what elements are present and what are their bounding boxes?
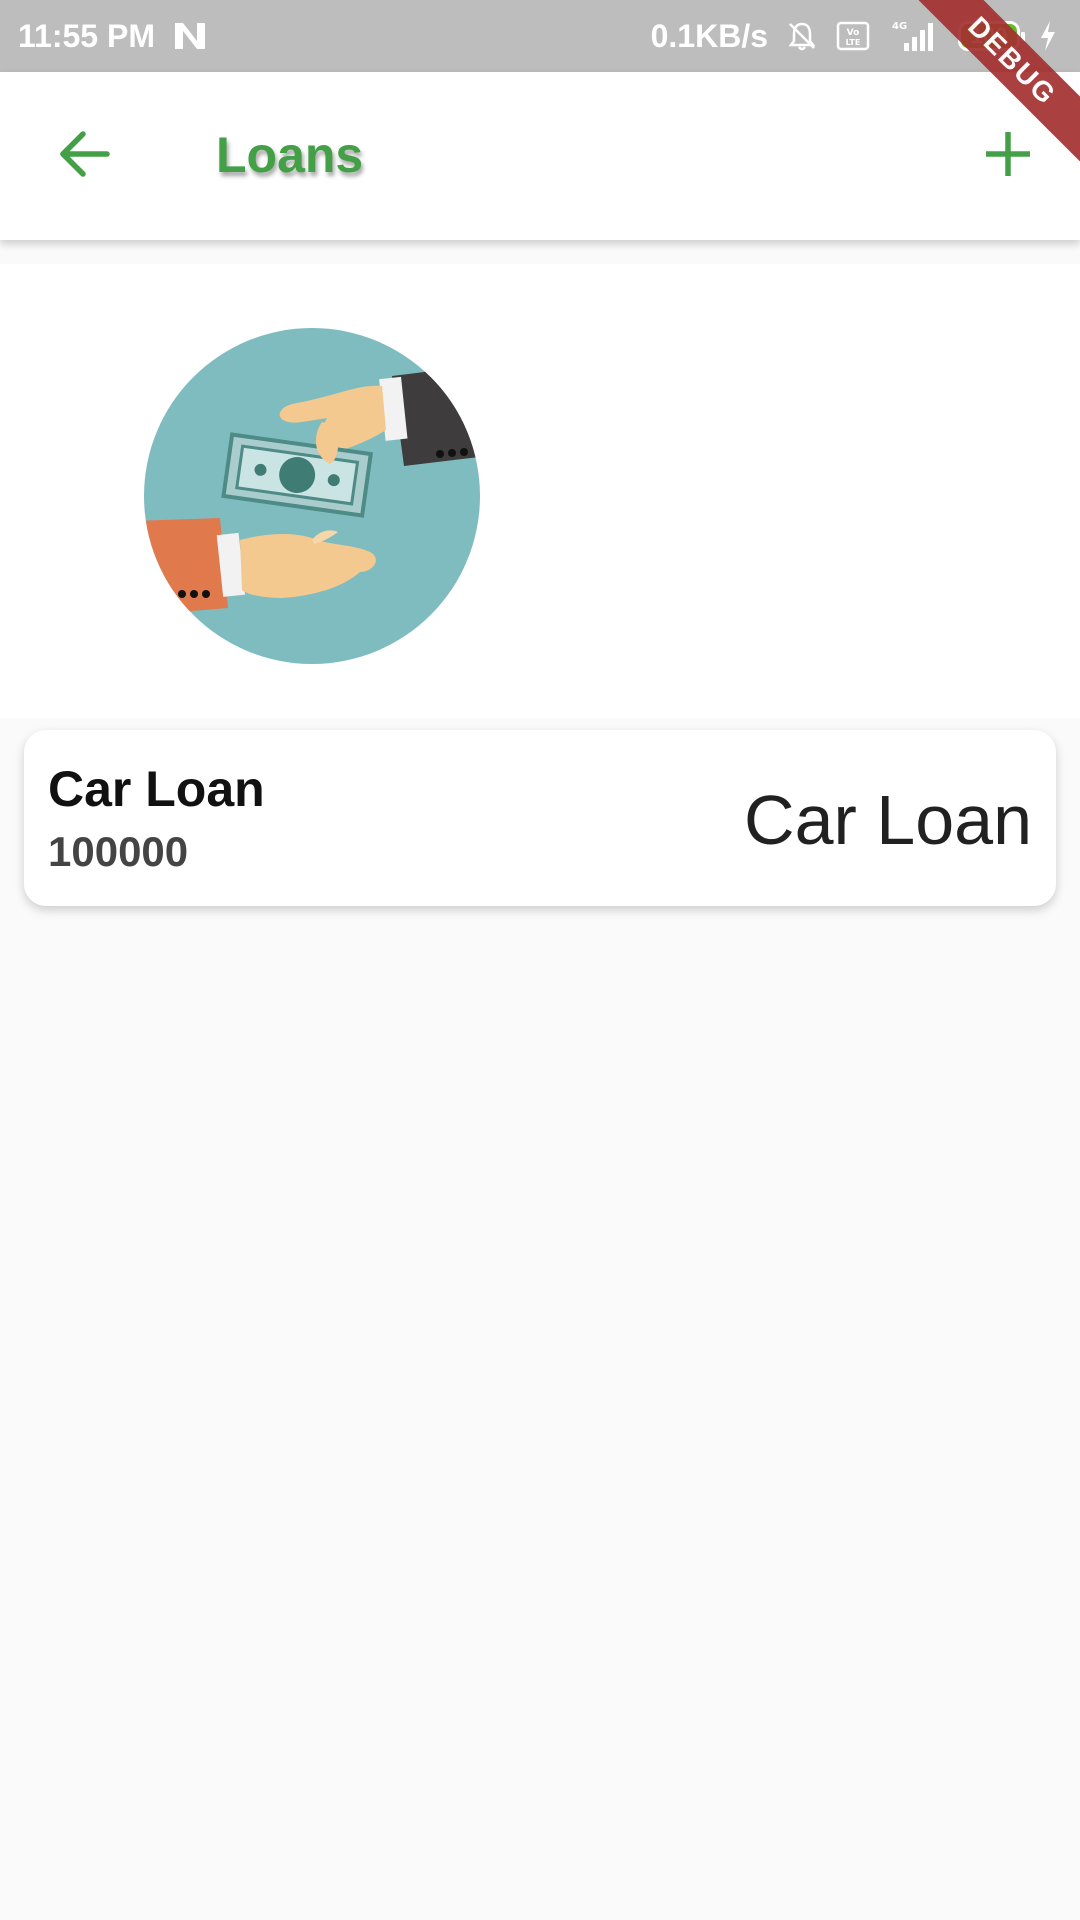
charging-icon <box>1038 20 1058 52</box>
mute-bell-icon <box>786 20 818 52</box>
loan-card[interactable]: Car Loan 100000 Car Loan <box>24 730 1056 906</box>
money-exchange-illustration <box>144 328 480 664</box>
plus-icon <box>986 132 1030 176</box>
hero-section <box>0 264 1080 718</box>
status-bar: 11:55 PM 0.1KB/s Vo LTE 4G <box>0 0 1080 72</box>
add-loan-button[interactable] <box>972 118 1044 190</box>
volte-icon: Vo LTE <box>836 21 870 51</box>
signal-icon: 4G <box>888 19 940 53</box>
svg-text:LTE: LTE <box>846 38 861 47</box>
notification-n-icon <box>173 21 207 51</box>
app-bar: Loans <box>0 72 1080 240</box>
svg-text:Vo: Vo <box>847 28 860 38</box>
network-speed: 0.1KB/s <box>650 17 768 54</box>
loan-type-label: Car Loan <box>744 781 1032 859</box>
status-left: 11:55 PM <box>18 18 207 55</box>
loan-amount: 100000 <box>48 828 189 875</box>
back-button[interactable] <box>48 118 120 190</box>
loan-name: Car Loan <box>48 761 265 817</box>
status-time: 11:55 PM <box>18 17 155 54</box>
arrow-back-icon <box>60 131 110 177</box>
page-title: Loans <box>216 127 364 183</box>
network-type-label: 4G <box>892 21 907 32</box>
